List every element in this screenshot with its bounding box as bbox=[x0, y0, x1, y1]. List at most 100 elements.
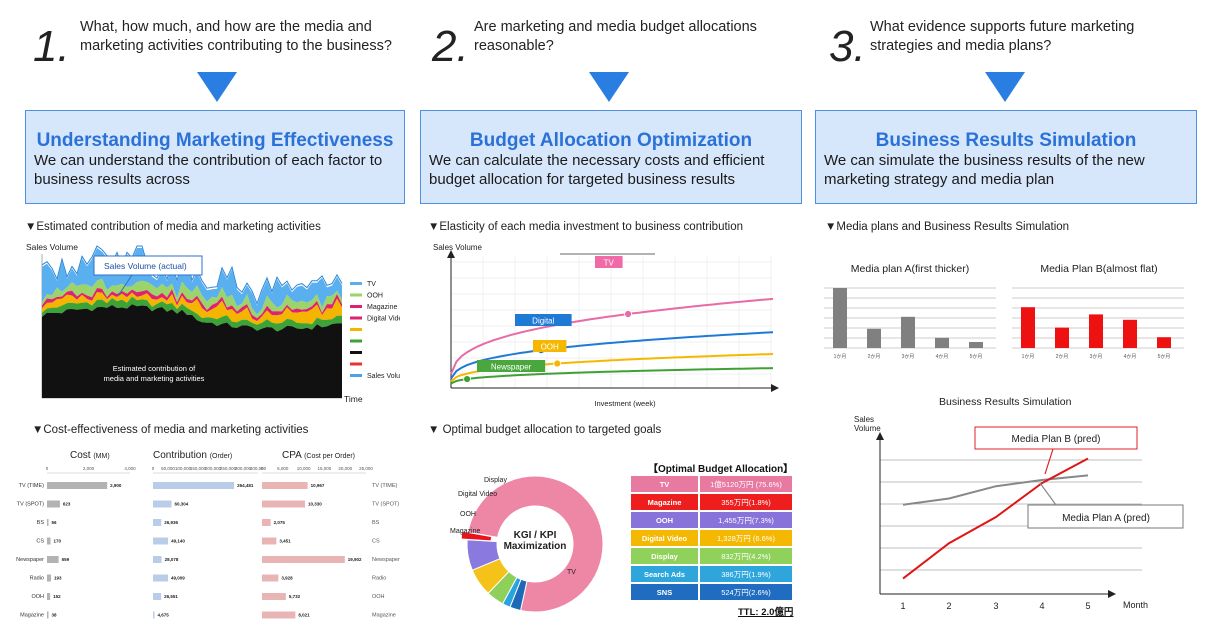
cpa-value: 10,967 bbox=[311, 483, 325, 488]
step-title: Budget Allocation Optimization bbox=[469, 130, 753, 151]
contribution-header: Contribution (Order) bbox=[153, 450, 232, 461]
legend-label: Magazine bbox=[367, 304, 397, 311]
plan-a-bar bbox=[969, 342, 983, 348]
simulation-line-chart: Sales Volume 1 2 3 4 5 Month Media Plan B (p… bbox=[854, 415, 1184, 611]
curve-point bbox=[553, 359, 562, 368]
cost-effectiveness-chart: Cost (MM) Contribution (Order) CPA (Cost… bbox=[16, 450, 400, 619]
inner-label-1: Estimated contribution of bbox=[113, 364, 196, 373]
donut-center-2: Maximization bbox=[504, 541, 567, 552]
curve-point bbox=[463, 375, 471, 383]
step-title: Business Results Simulation bbox=[875, 130, 1137, 151]
contribution-area-chart: Sales Volume Sales Volume (actual) Estim… bbox=[26, 242, 400, 404]
plan-b-bar bbox=[1089, 314, 1103, 348]
allocation-row: Digital Video 1,328万円 (6.6%) bbox=[631, 530, 792, 546]
section-title: ▼Elasticity of each media investment to … bbox=[428, 221, 744, 233]
down-arrow-icon bbox=[985, 72, 1025, 102]
down-arrow-icon bbox=[197, 72, 237, 102]
cost-header: Cost (MM) bbox=[70, 450, 110, 461]
curve-label: Newspaper bbox=[491, 363, 532, 372]
media-plans-charts: Media plan A(first thicker) Media Plan B… bbox=[824, 263, 1184, 360]
step-description: We can calculate the necessary costs and… bbox=[429, 152, 765, 188]
x-axis-label: Month bbox=[1123, 600, 1148, 610]
row-label-right: Magazine bbox=[372, 613, 396, 619]
cpa-header: CPA (Cost per Order) bbox=[282, 450, 355, 461]
step-box: Budget Allocation Optimization We can ca… bbox=[420, 110, 802, 204]
x-tick-label: 5 bbox=[1085, 601, 1090, 611]
cpa-tick: 15,000 bbox=[318, 466, 332, 471]
cost-bar bbox=[47, 574, 52, 582]
step-description: We can simulate the business results of … bbox=[824, 152, 1145, 188]
cpa-value: 3,451 bbox=[279, 539, 291, 544]
contribution-bar bbox=[153, 611, 155, 619]
cost-value: 152 bbox=[53, 594, 61, 599]
legend-swatch bbox=[350, 293, 362, 297]
cost-value: 193 bbox=[54, 576, 62, 581]
allocation-value: 524万円(2.6%) bbox=[700, 584, 792, 600]
cpa-bar bbox=[262, 500, 305, 508]
x-axis-label: Investment (week) bbox=[594, 399, 656, 408]
contribution-bar bbox=[153, 593, 162, 600]
cost-bar bbox=[47, 537, 51, 545]
allocation-value: 1億5120万円 (75.6%) bbox=[700, 476, 792, 492]
allocation-media: SNS bbox=[631, 584, 698, 600]
plan-b-bar bbox=[1157, 337, 1171, 348]
contrib-tick: 0 bbox=[152, 466, 155, 471]
cost-bar bbox=[47, 611, 49, 619]
allocation-row: OOH 1,455万円(7.3%) bbox=[631, 512, 792, 528]
donut-label-ooh: OOH bbox=[460, 511, 476, 518]
month-label: 2か月 bbox=[868, 353, 881, 360]
cpa-tick: 20,000 bbox=[338, 466, 352, 471]
contribution-bar bbox=[153, 482, 235, 489]
cost-tick: 4,000 bbox=[124, 466, 136, 471]
cpa-value: 10,330 bbox=[308, 502, 322, 507]
allocation-row: SNS 524万円(2.6%) bbox=[631, 584, 792, 600]
contribution-value: 264,481 bbox=[237, 483, 254, 488]
row-label-right: Radio bbox=[372, 576, 386, 582]
cost-tick: 2,000 bbox=[83, 466, 95, 471]
cost-bar bbox=[47, 593, 51, 600]
contribution-value: 49,140 bbox=[171, 539, 185, 544]
legend-label: Sales Volume bbox=[367, 373, 400, 380]
curve-label: TV bbox=[604, 259, 615, 268]
section-title-2: ▼ Optimal budget allocation to targeted … bbox=[428, 424, 662, 436]
row-label: Newspaper bbox=[16, 557, 44, 563]
allocation-media: Digital Video bbox=[631, 530, 698, 546]
cost-bar bbox=[47, 500, 60, 508]
month-label: 5か月 bbox=[970, 353, 983, 360]
curve-point bbox=[624, 310, 633, 318]
allocation-value: 355万円(1.8%) bbox=[700, 494, 792, 510]
section-title-2: ▼Cost-effectiveness of media and marketi… bbox=[32, 424, 309, 436]
plan-b-callout-label: Media Plan B (pred) bbox=[1012, 434, 1101, 445]
step-1-header: 1. What, how much, and how are the media… bbox=[25, 0, 420, 80]
inner-label-2: media and marketing activities bbox=[104, 374, 205, 383]
month-label: 3か月 bbox=[1090, 353, 1103, 360]
section-title: ▼Estimated contribution of media and mar… bbox=[25, 221, 321, 233]
legend-swatch bbox=[350, 282, 362, 285]
row-label-right: TV (TIME) bbox=[372, 483, 398, 489]
row-label: Radio bbox=[30, 576, 44, 582]
contribution-bar bbox=[153, 556, 162, 563]
contribution-bar bbox=[153, 519, 162, 526]
curve-label: Digital bbox=[532, 317, 554, 326]
legend-label: TV bbox=[367, 281, 376, 288]
cost-tick: 0 bbox=[46, 466, 49, 471]
legend-label: OOH bbox=[367, 293, 383, 300]
cpa-tick: 10,000 bbox=[297, 466, 311, 471]
step-2-header: 2. Are marketing and media budget alloca… bbox=[420, 0, 815, 80]
cost-value: 2,900 bbox=[110, 483, 122, 488]
y-axis-label: Sales Volume bbox=[26, 242, 78, 252]
legend-swatch bbox=[350, 374, 362, 377]
section-title: ▼Media plans and Business Results Simula… bbox=[825, 221, 1070, 233]
step-title: Understanding Marketing Effectiveness bbox=[36, 130, 394, 151]
contrib-tick: 50,000 bbox=[161, 466, 175, 471]
cost-bar bbox=[47, 519, 49, 526]
allocation-value: 1,328万円 (6.6%) bbox=[700, 530, 792, 546]
plan-b-title: Media Plan B(almost flat) bbox=[1040, 263, 1157, 275]
y-axis-label-2: Volume bbox=[854, 424, 881, 433]
cost-value: 38 bbox=[52, 613, 58, 618]
allocation-media: Search Ads bbox=[631, 566, 698, 582]
plan-b-bar bbox=[1021, 307, 1035, 348]
donut-label-display: Display bbox=[484, 477, 507, 484]
row-label-right: Newspaper bbox=[372, 557, 400, 563]
contrib-tick: 400,000 bbox=[250, 466, 267, 471]
